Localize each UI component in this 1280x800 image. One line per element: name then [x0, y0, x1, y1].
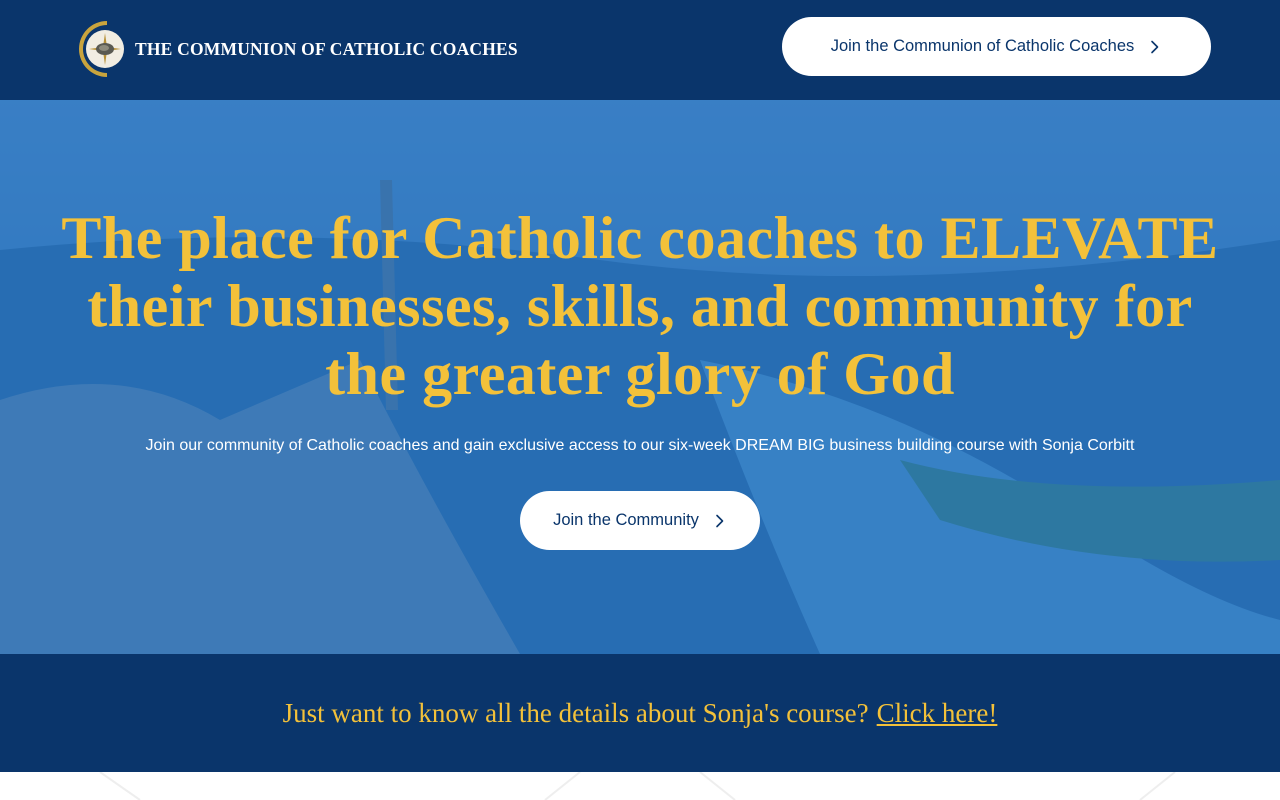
logo-wordmark: THE COMMUNION OF CATHOLIC COACHES	[135, 38, 518, 59]
join-community-button[interactable]: Join the Community	[520, 491, 760, 550]
chevron-right-icon	[1148, 40, 1162, 54]
join-communion-button[interactable]: Join the Communion of Catholic Coaches	[782, 17, 1211, 76]
course-details-question: Just want to know all the details about …	[282, 697, 869, 728]
hero-subtitle: Join our community of Catholic coaches a…	[145, 437, 1135, 454]
site-header: THE COMMUNION OF CATHOLIC COACHES Join t…	[0, 0, 1280, 100]
hero-title: The place for Catholic coaches to ELEVAT…	[61, 205, 1219, 407]
hero-section: The place for Catholic coaches to ELEVAT…	[0, 100, 1280, 654]
course-details-band: Just want to know all the details about …	[0, 654, 1280, 772]
next-section-edge	[0, 772, 1280, 800]
chevron-right-icon	[713, 514, 727, 528]
click-here-link[interactable]: Click here!	[877, 698, 998, 728]
join-communion-label: Join the Communion of Catholic Coaches	[830, 37, 1135, 55]
logo-emblem-icon	[79, 21, 127, 77]
site-logo[interactable]: THE COMMUNION OF CATHOLIC COACHES	[79, 21, 518, 77]
course-details-text: Just want to know all the details about …	[283, 698, 998, 729]
join-community-label: Join the Community	[553, 511, 699, 529]
